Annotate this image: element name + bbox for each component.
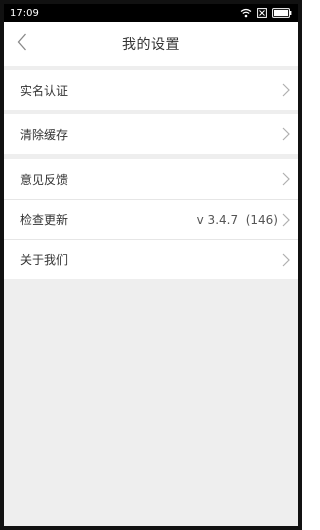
chevron-right-icon bbox=[282, 83, 290, 97]
settings-group-main: 清除缓存 bbox=[4, 114, 298, 154]
battery-icon bbox=[272, 8, 292, 18]
about-us-label: 关于我们 bbox=[20, 253, 69, 267]
chevron-right-icon bbox=[282, 253, 290, 267]
status-icons bbox=[240, 8, 292, 18]
version-value: v 3.4.7 (146) bbox=[196, 212, 278, 227]
about-us-item[interactable]: 关于我们 bbox=[4, 239, 298, 279]
clear-cache-item[interactable]: 清除缓存 bbox=[4, 114, 298, 154]
settings-group-verification: 实名认证 bbox=[4, 70, 298, 110]
status-bar: 17:09 bbox=[4, 4, 298, 22]
header-bar: 我的设置 bbox=[4, 22, 298, 66]
chevron-right-icon bbox=[282, 172, 290, 186]
feedback-item[interactable]: 意见反馈 bbox=[4, 159, 298, 199]
sim-blocked-icon bbox=[257, 8, 267, 18]
chevron-right-icon bbox=[282, 127, 290, 141]
chevron-right-icon bbox=[282, 213, 290, 227]
phone-screen: 17:09 我的设置 实名认证 清除缓存 意见反馈 检查更新 v 3.4.7 (… bbox=[0, 0, 302, 530]
settings-group-info: 意见反馈 检查更新 v 3.4.7 (146) 关于我们 bbox=[4, 159, 298, 279]
chevron-left-icon bbox=[17, 33, 27, 55]
clear-cache-label: 清除缓存 bbox=[20, 127, 69, 142]
check-update-item[interactable]: 检查更新 v 3.4.7 (146) bbox=[4, 199, 298, 239]
status-time: 17:09 bbox=[10, 7, 39, 19]
page-title: 我的设置 bbox=[122, 37, 180, 53]
check-update-label: 检查更新 bbox=[20, 213, 69, 227]
wifi-icon bbox=[240, 8, 252, 18]
real-name-verification-item[interactable]: 实名认证 bbox=[4, 70, 298, 110]
real-name-label: 实名认证 bbox=[20, 83, 69, 98]
feedback-label: 意见反馈 bbox=[20, 172, 69, 187]
back-button[interactable] bbox=[8, 22, 36, 66]
